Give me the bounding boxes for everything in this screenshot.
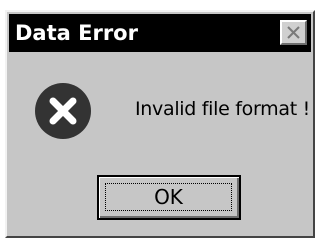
error-message: Invalid file format ! [135, 98, 310, 120]
ok-button-label: OK [105, 183, 232, 211]
close-icon [287, 26, 300, 39]
ok-button[interactable]: OK [97, 175, 241, 220]
title-bar[interactable]: Data Error [9, 14, 311, 52]
error-dialog: Data Error Invalid file format ! OK [5, 10, 315, 238]
dialog-title: Data Error [15, 21, 138, 45]
close-button[interactable] [280, 20, 307, 45]
error-x-icon [35, 83, 91, 139]
